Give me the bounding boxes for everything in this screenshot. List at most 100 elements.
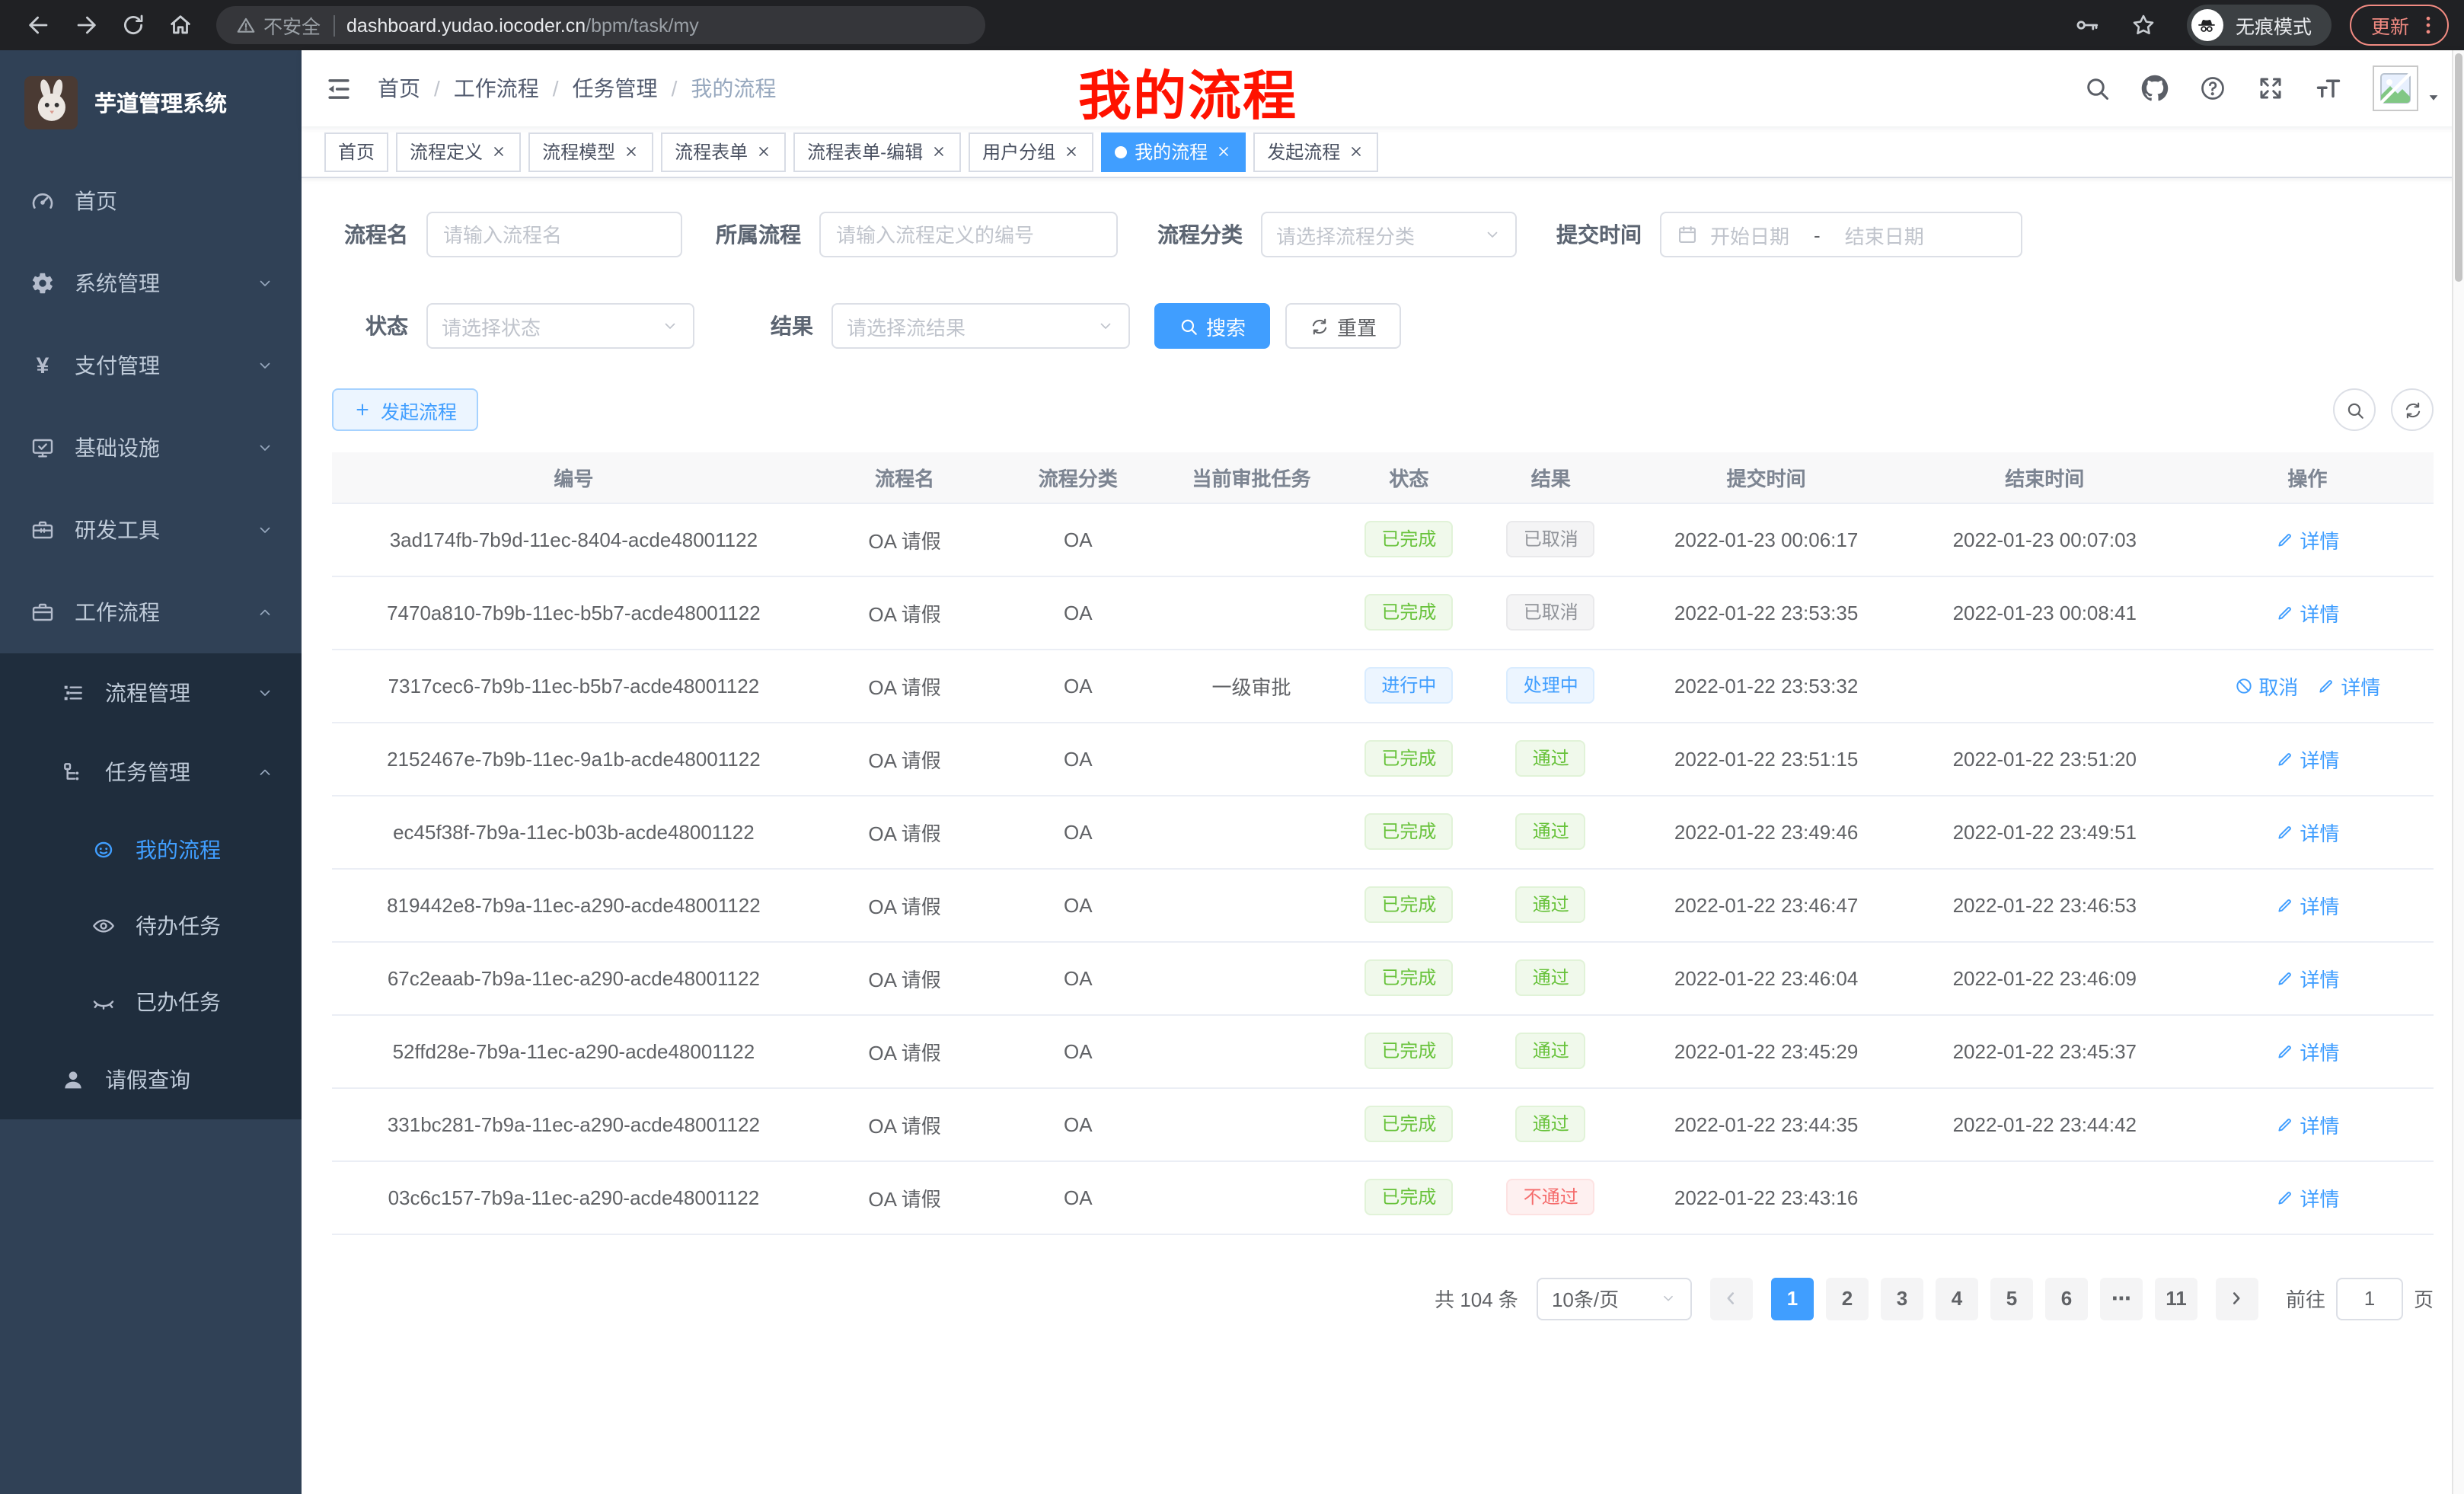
user-menu[interactable] (2373, 65, 2441, 111)
url-host: dashboard.yudao.iocoder.cn (346, 14, 586, 36)
sidebar-item-home[interactable]: 首页 (0, 160, 302, 242)
cell-category: OA (994, 795, 1162, 868)
search-button[interactable]: 搜索 (1154, 303, 1270, 349)
page-more-button[interactable]: ⋯ (2100, 1277, 2143, 1320)
text-size-icon[interactable] (2315, 75, 2342, 102)
detail-action-link[interactable]: 详情 (2275, 598, 2339, 627)
detail-action-link[interactable]: 详情 (2275, 1183, 2339, 1211)
sidebar-item-system[interactable]: 系统管理 (0, 242, 302, 324)
cell-result: 通过 (1477, 868, 1624, 941)
browser-back-icon[interactable] (26, 12, 52, 38)
close-tab-icon[interactable] (1348, 143, 1364, 160)
breadcrumb-item[interactable]: 首页 (378, 73, 420, 104)
logo-row[interactable]: 芋道管理系统 (0, 50, 302, 160)
cell-process-id: 7317cec6-7b9b-11ec-b5b7-acde48001122 (332, 649, 815, 722)
filter-result-select[interactable]: 请选择流结果 (831, 303, 1130, 349)
page-size-select[interactable]: 10条/页 (1537, 1277, 1692, 1320)
github-icon[interactable] (2141, 75, 2169, 102)
tab-流程模型[interactable]: 流程模型 (528, 132, 653, 171)
page-content: 流程名 所属流程 流程分类 请选择流程分类 (302, 178, 2464, 1494)
next-page-button[interactable] (2216, 1277, 2258, 1320)
tab-发起流程[interactable]: 发起流程 (1253, 132, 1378, 171)
filter-status-select[interactable]: 请选择状态 (426, 303, 694, 349)
close-tab-icon[interactable] (930, 143, 947, 160)
prev-page-button[interactable] (1710, 1277, 1753, 1320)
close-tab-icon[interactable] (1063, 143, 1080, 160)
breadcrumb-item[interactable]: 工作流程 (454, 73, 539, 104)
help-icon[interactable] (2199, 75, 2226, 102)
browser-home-icon[interactable] (168, 12, 193, 38)
security-status[interactable]: 不安全 (236, 11, 321, 40)
tab-流程定义[interactable]: 流程定义 (396, 132, 521, 171)
page-button-11[interactable]: 11 (2155, 1277, 2197, 1320)
sidebar-item-payment[interactable]: ¥支付管理 (0, 324, 302, 407)
cell-current-task (1162, 1014, 1341, 1087)
jump-page-input[interactable] (2336, 1277, 2403, 1320)
detail-action-link[interactable]: 详情 (2275, 963, 2339, 992)
browser-menu-icon[interactable] (2417, 14, 2440, 37)
reset-button[interactable]: 重置 (1285, 303, 1401, 349)
filter-process-input[interactable] (819, 212, 1118, 257)
password-key-icon[interactable] (2074, 12, 2100, 38)
cell-current-task[interactable]: 一级审批 (1162, 649, 1341, 722)
detail-action-link[interactable]: 详情 (2316, 671, 2380, 700)
reset-button-label: 重置 (1337, 311, 1377, 340)
page-button-6[interactable]: 6 (2045, 1277, 2088, 1320)
app-title: 芋道管理系统 (94, 87, 227, 119)
tab-用户分组[interactable]: 用户分组 (969, 132, 1093, 171)
cell-submit-time: 2022-01-22 23:49:46 (1624, 795, 1908, 868)
date-range-picker[interactable]: 开始日期 - 结束日期 (1660, 212, 2022, 257)
sidebar-item-infra[interactable]: 基础设施 (0, 407, 302, 489)
cancel-action-link[interactable]: 取消 (2234, 671, 2298, 700)
refresh-table-button[interactable] (2391, 388, 2434, 431)
avatar[interactable] (2373, 65, 2418, 111)
close-tab-icon[interactable] (755, 143, 772, 160)
page-button-1[interactable]: 1 (1771, 1277, 1814, 1320)
cell-status-badge: 已完成 (1364, 1033, 1453, 1069)
detail-action-link[interactable]: 详情 (2275, 1036, 2339, 1065)
close-tab-icon[interactable] (623, 143, 640, 160)
tab-首页[interactable]: 首页 (324, 132, 388, 171)
close-tab-icon[interactable] (1215, 143, 1232, 160)
detail-action-link[interactable]: 详情 (2275, 525, 2339, 554)
tab-流程表单[interactable]: 流程表单 (661, 132, 786, 171)
page-button-2[interactable]: 2 (1826, 1277, 1869, 1320)
header-search-icon[interactable] (2083, 75, 2111, 102)
detail-action-link[interactable]: 详情 (2275, 1109, 2339, 1138)
sidebar-item-devtools[interactable]: 研发工具 (0, 489, 302, 571)
detail-action-link[interactable]: 详情 (2275, 817, 2339, 846)
fullscreen-icon[interactable] (2257, 75, 2284, 102)
close-tab-icon[interactable] (490, 143, 507, 160)
tab-我的流程[interactable]: 我的流程 (1101, 132, 1246, 171)
scrollbar-thumb[interactable] (2455, 53, 2462, 282)
toggle-search-button[interactable] (2333, 388, 2376, 431)
breadcrumb-item[interactable]: 任务管理 (573, 73, 658, 104)
window-scrollbar[interactable] (2452, 50, 2464, 1494)
browser-reload-icon[interactable] (120, 12, 146, 38)
edit-icon (2275, 529, 2295, 549)
sidebar-item-my-process[interactable]: 我的流程 (0, 812, 302, 888)
table-column-header: 流程分类 (994, 452, 1162, 503)
sidebar-item-todo-task[interactable]: 待办任务 (0, 888, 302, 964)
address-bar[interactable]: 不安全 dashboard.yudao.iocoder.cn/bpm/task/… (216, 6, 985, 44)
sidebar-item-workflow[interactable]: 工作流程 (0, 571, 302, 653)
sidebar-item-task-mgmt[interactable]: 任务管理 (0, 733, 302, 812)
chevron-up-icon (256, 603, 274, 621)
browser-forward-icon[interactable] (73, 12, 99, 38)
page-button-3[interactable]: 3 (1881, 1277, 1923, 1320)
page-button-5[interactable]: 5 (1990, 1277, 2033, 1320)
sidebar-item-done-task[interactable]: 已办任务 (0, 964, 302, 1040)
cell-result: 通过 (1477, 1014, 1624, 1087)
detail-action-link[interactable]: 详情 (2275, 890, 2339, 919)
tab-流程表单-编辑[interactable]: 流程表单-编辑 (793, 132, 961, 171)
detail-action-link[interactable]: 详情 (2275, 744, 2339, 773)
filter-name-input[interactable] (426, 212, 682, 257)
browser-update-button[interactable]: 更新 (2350, 5, 2449, 46)
page-button-4[interactable]: 4 (1936, 1277, 1978, 1320)
sidebar-fold-icon[interactable] (324, 74, 353, 103)
bookmark-star-icon[interactable] (2130, 12, 2156, 38)
filter-category-select[interactable]: 请选择流程分类 (1261, 212, 1517, 257)
sidebar-item-leave-query[interactable]: 请假查询 (0, 1040, 302, 1119)
sidebar-item-process-mgmt[interactable]: 流程管理 (0, 653, 302, 733)
create-process-button[interactable]: 发起流程 (332, 388, 478, 431)
